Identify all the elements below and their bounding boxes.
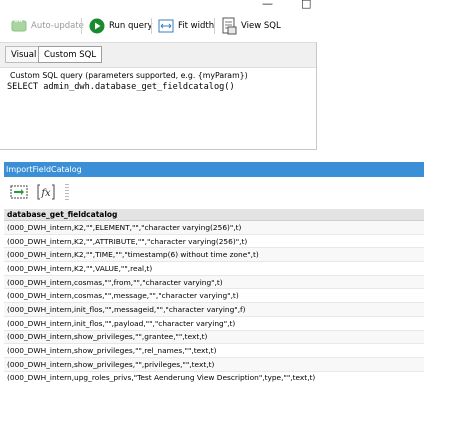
query-toolbar: Auto-update ON Run query Fit width View … (0, 10, 316, 42)
table-row[interactable]: (000_DWH_intern,cosmas,"",from,"","chara… (4, 275, 424, 290)
result-toolbar: fx (4, 177, 424, 207)
sql-document-icon (221, 17, 237, 35)
tab-custom-sql[interactable]: Custom SQL (38, 46, 103, 63)
auto-update-label: Auto-update (31, 21, 84, 31)
run-query-button[interactable]: Run query (89, 16, 153, 36)
result-grid[interactable]: database_get_fieldcatalog (000_DWH_inter… (4, 209, 424, 384)
svg-text:fx: fx (40, 188, 51, 199)
table-row[interactable]: (000_DWH_intern,K2,"",ATTRIBUTE,"","char… (4, 235, 424, 249)
table-row[interactable]: (000_DWH_intern,K2,"",TIME,"","timestamp… (4, 248, 424, 263)
run-query-label: Run query (109, 21, 153, 31)
auto-update-badge: ON (14, 18, 23, 24)
table-row[interactable]: (000_DWH_intern,K2,"",VALUE,"",real,t) (4, 262, 424, 276)
table-row[interactable]: (000_DWH_intern,init_flos,"",payload,"",… (4, 317, 424, 331)
table-row[interactable]: (000_DWH_intern,show_privileges,"",rel_n… (4, 344, 424, 358)
import-table-button[interactable] (9, 182, 29, 202)
sql-query-editor[interactable]: SELECT admin_dwh.database_get_fieldcatal… (7, 82, 316, 148)
table-row[interactable]: (000_DWH_intern,upg_roles_privs,"Test Ae… (4, 372, 424, 384)
maximize-button[interactable]: □ (301, 0, 311, 10)
table-row[interactable]: (000_DWH_intern,K2,"",ELEMENT,"","charac… (4, 221, 424, 235)
column-header[interactable]: database_get_fieldcatalog (4, 209, 424, 221)
query-mode-tabs: Visual Custom SQL (0, 42, 316, 68)
sql-query-label: Custom SQL query (parameters supported, … (10, 71, 248, 80)
fit-width-label: Fit width (178, 21, 215, 31)
function-icon: fx (37, 184, 55, 200)
table-row[interactable]: (000_DWH_intern,cosmas,"",message,"","ch… (4, 289, 424, 304)
play-icon (89, 18, 105, 34)
result-panel-title: ImportFieldCatalog (4, 162, 424, 177)
table-row[interactable]: (000_DWH_intern,show_privileges,"",grant… (4, 330, 424, 345)
import-icon (10, 185, 28, 199)
function-button[interactable]: fx (36, 182, 56, 202)
fit-width-icon (158, 18, 174, 34)
fit-width-button[interactable]: Fit width (158, 16, 214, 36)
tab-visual[interactable]: Visual (5, 46, 43, 63)
view-sql-button[interactable]: View SQL (221, 16, 281, 36)
toolbar-grip (65, 184, 69, 200)
table-row[interactable]: (000_DWH_intern,show_privileges,"",privi… (4, 357, 424, 372)
table-row[interactable]: (000_DWH_intern,init_flos,"",messageid,"… (4, 303, 424, 317)
minimize-button[interactable]: — (262, 0, 273, 10)
view-sql-label: View SQL (241, 21, 281, 31)
